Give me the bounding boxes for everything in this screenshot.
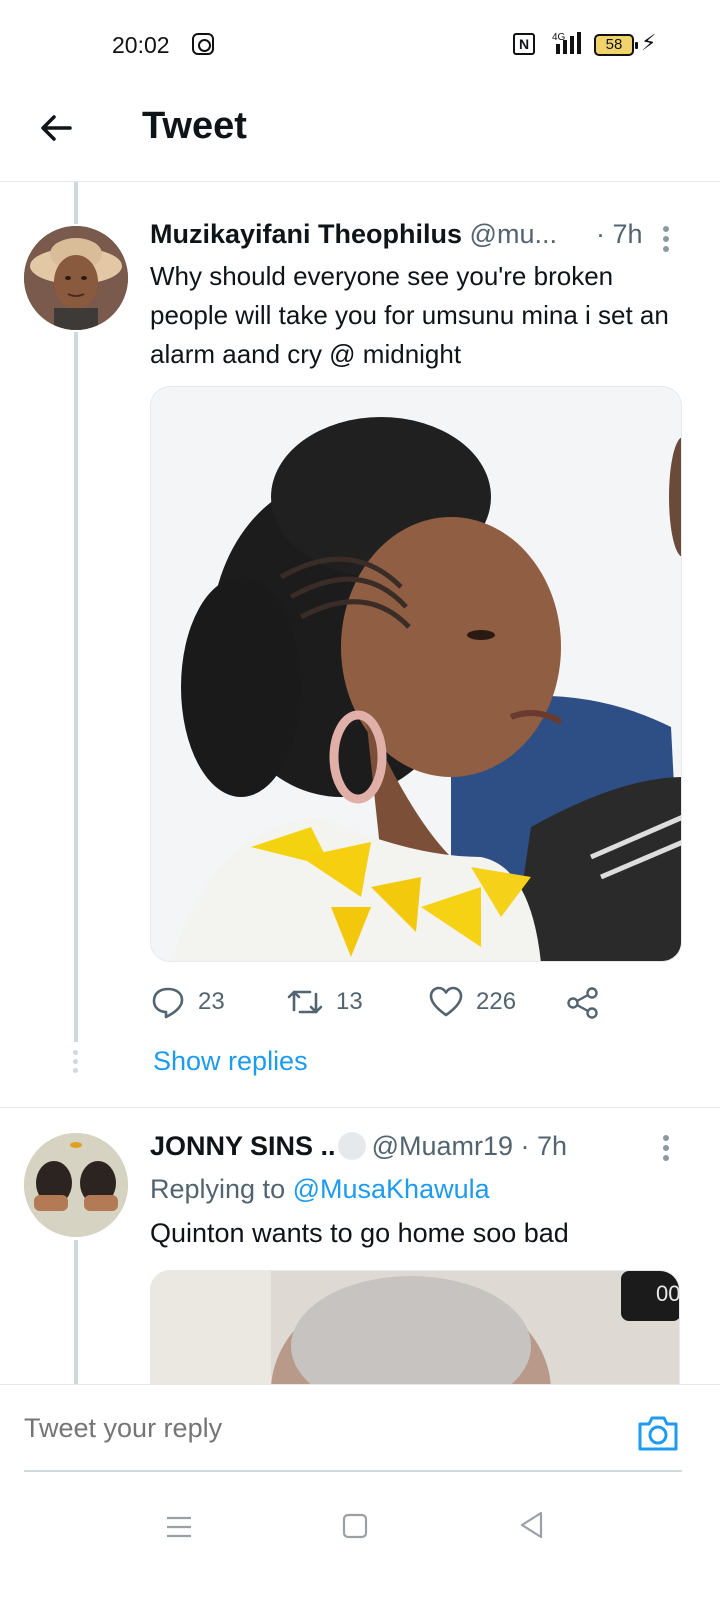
thread-connector [74,332,78,1042]
tweet-header: Muzikayifani Theophilus @mu... · 7h [150,219,680,255]
arrow-left-icon[interactable] [36,108,76,148]
thread-dots [73,1050,79,1076]
reply-button[interactable]: 23 [150,982,225,1022]
retweet-icon [287,990,323,1014]
author-name[interactable]: Muzikayifani Theophilus [150,219,462,249]
reply-input[interactable] [24,1413,624,1444]
thread-connector-top [74,182,78,224]
status-bar: 20:02 N 4G 58 ⚡ [0,0,720,90]
divider [0,1107,720,1108]
back-triangle-icon[interactable] [518,1510,544,1540]
emoji-badge-icon [337,1132,366,1160]
media-badge-text: 00 [656,1281,680,1306]
camera-icon[interactable] [636,1413,680,1453]
tweet-text: Quinton wants to go home soo bad [150,1218,569,1248]
tweet-time: · 7h [520,1131,568,1161]
reply-icon [152,987,184,1019]
instagram-icon [192,33,214,55]
more-options-icon[interactable] [663,1135,671,1165]
reply-input-underline [24,1470,682,1472]
retweet-count: 13 [336,988,363,1015]
tweet-actions: 23 13 226 [150,982,620,1022]
tweet-text: Why should everyone see you're broken pe… [150,261,669,369]
avatar[interactable] [24,226,128,330]
reply-count: 23 [198,988,225,1015]
replying-to: Replying to @MusaKhawula [150,1174,490,1205]
replying-to-mention[interactable]: @MusaKhawula [293,1174,490,1204]
thread-connector [74,1240,78,1385]
top-app-bar: Tweet [0,90,720,182]
signal-icon: 4G [552,32,581,54]
tweet-time: · 7h [596,219,643,249]
page-title: Tweet [142,105,247,147]
home-icon[interactable] [342,1512,368,1540]
tweet-header: JONNY SINS .. @Muamr19 · 7h [150,1131,680,1167]
like-count: 226 [476,988,517,1015]
replying-to-label: Replying to [150,1174,286,1204]
more-options-icon[interactable] [663,226,671,256]
author-name[interactable]: JONNY SINS .. [150,1131,336,1161]
heart-icon [429,986,463,1017]
battery-icon: 58 [594,34,638,56]
reply-composer [0,1384,720,1484]
share-icon[interactable] [566,986,600,1020]
nfc-icon: N [513,33,535,55]
retweet-button[interactable]: 13 [286,982,363,1022]
author-handle[interactable]: @Muamr19 [372,1131,513,1161]
author-handle[interactable]: @mu... [470,219,557,249]
avatar[interactable] [24,1133,128,1237]
status-time: 20:02 [112,32,170,58]
show-replies-link[interactable]: Show replies [153,1046,308,1077]
menu-icon[interactable] [166,1514,192,1540]
like-button[interactable]: 226 [428,982,516,1022]
charging-icon: ⚡ [641,30,657,55]
system-nav-bar [0,1484,720,1600]
tweet-image[interactable] [150,386,682,962]
